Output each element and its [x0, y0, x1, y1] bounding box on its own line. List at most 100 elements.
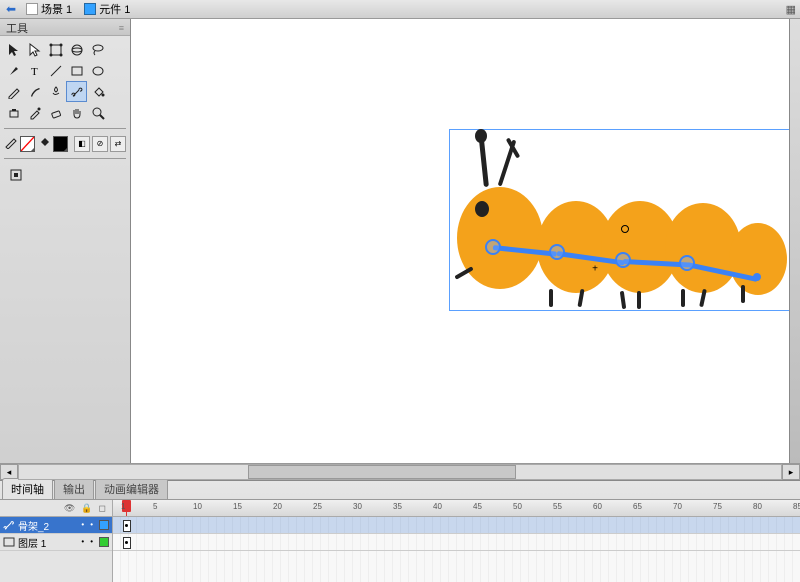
layer-type-icon	[3, 519, 15, 531]
fill-swatch[interactable]	[53, 136, 68, 152]
visibility-dot[interactable]: •	[81, 520, 84, 530]
bone-joint[interactable]	[549, 244, 565, 260]
deco-tool[interactable]	[45, 81, 66, 102]
tab-output[interactable]: 输出	[54, 478, 94, 499]
ruler-tick: 50	[513, 502, 522, 511]
bone-joint[interactable]	[615, 252, 631, 268]
symbol-label: 元件 1	[99, 1, 130, 17]
line-tool[interactable]	[45, 60, 66, 81]
brush-tool[interactable]	[24, 81, 45, 102]
document-bar: ⬅ 场景 1 元件 1 ▦	[0, 0, 800, 19]
tab-anim-editor[interactable]: 动画编辑器	[95, 478, 168, 499]
bone-joint[interactable]	[485, 239, 501, 255]
outline-swatch[interactable]	[99, 520, 109, 530]
ruler-tick: 70	[673, 502, 682, 511]
eraser-tool[interactable]	[45, 102, 66, 123]
body-segment-head	[457, 187, 543, 289]
edit-scene-icon[interactable]: ▦	[786, 3, 796, 16]
ruler-tick: 1	[121, 502, 125, 511]
layer-name[interactable]: 骨架_2	[18, 518, 78, 533]
subselection-tool[interactable]	[24, 39, 45, 60]
lock-dot[interactable]: •	[90, 520, 93, 530]
free-transform-tool[interactable]	[45, 39, 66, 60]
3d-rotation-tool[interactable]	[66, 39, 87, 60]
body-segment-tail	[729, 223, 787, 295]
pencil-tool[interactable]	[3, 81, 24, 102]
breadcrumb-symbol[interactable]: 元件 1	[80, 0, 134, 18]
layer-header: 👁 🔒 ◻	[0, 500, 112, 517]
keyframe[interactable]	[123, 520, 131, 532]
frame-row[interactable]	[113, 517, 800, 534]
stage[interactable]: +	[131, 19, 789, 463]
hand-tool[interactable]	[66, 102, 87, 123]
swap-colors-button[interactable]: ⇄	[110, 136, 126, 152]
right-panel-edge[interactable]	[789, 19, 800, 463]
bw-swatch-button[interactable]: ◧	[74, 136, 90, 152]
scroll-right-button[interactable]: ▸	[782, 464, 800, 480]
ink-bottle-tool[interactable]	[3, 102, 24, 123]
text-tool[interactable]: T	[24, 60, 45, 81]
stroke-swatch[interactable]	[20, 136, 35, 152]
lock-dot[interactable]: •	[90, 537, 93, 547]
ruler-tick: 55	[553, 502, 562, 511]
frame-row[interactable]	[113, 534, 800, 551]
tab-timeline[interactable]: 时间轴	[2, 478, 53, 499]
panel-menu-icon[interactable]: ≡	[119, 23, 124, 33]
tools-panel-title: 工具 ≡	[0, 19, 130, 36]
tools-panel: 工具 ≡ T	[0, 19, 131, 463]
ruler-tick: 40	[433, 502, 442, 511]
timeline-frames[interactable]: 1510152025303540455055606570758085909510…	[113, 500, 800, 582]
snap-option[interactable]	[6, 165, 25, 184]
visibility-header-icon[interactable]: 👁	[64, 503, 75, 514]
selection-tool[interactable]	[3, 39, 24, 60]
rectangle-tool[interactable]	[66, 60, 87, 81]
keyframe[interactable]	[123, 537, 131, 549]
ruler-tick: 15	[233, 502, 242, 511]
eye	[475, 201, 489, 217]
zoom-tool[interactable]	[87, 102, 108, 123]
leg	[741, 285, 745, 303]
canvas-hscroll[interactable]: ◂ ▸	[0, 463, 800, 480]
ruler-tick: 60	[593, 502, 602, 511]
fill-color-icon	[37, 135, 51, 152]
layer-type-icon	[3, 536, 15, 548]
scroll-track[interactable]	[18, 464, 782, 480]
registration-point	[621, 225, 629, 233]
outline-header-icon[interactable]: ◻	[99, 503, 106, 514]
leg	[620, 291, 626, 309]
ruler-tick: 25	[313, 502, 322, 511]
ruler-tick: 10	[193, 502, 202, 511]
timeline: 👁 🔒 ◻ 骨架_2••图层 1•• 151015202530354045505…	[0, 500, 800, 582]
oval-tool[interactable]	[87, 60, 108, 81]
bone-tool[interactable]	[66, 81, 87, 102]
layer-name[interactable]: 图层 1	[18, 535, 78, 550]
lock-header-icon[interactable]: 🔒	[81, 503, 92, 514]
paint-bucket-tool[interactable]	[87, 81, 108, 102]
timeline-ruler[interactable]: 1510152025303540455055606570758085909510…	[113, 500, 800, 517]
outline-swatch[interactable]	[99, 537, 109, 547]
ruler-tick: 75	[713, 502, 722, 511]
back-button[interactable]: ⬅	[4, 2, 18, 16]
layer-row[interactable]: 骨架_2••	[0, 517, 112, 534]
no-color-button[interactable]: ⊘	[92, 136, 108, 152]
visibility-dot[interactable]: •	[81, 537, 84, 547]
bone-end[interactable]	[753, 273, 761, 281]
ruler-tick: 45	[473, 502, 482, 511]
playhead[interactable]	[126, 500, 127, 516]
tool-options	[0, 161, 130, 189]
breadcrumb-scene[interactable]: 场景 1	[22, 0, 76, 18]
bottom-panel: 时间轴 输出 动画编辑器 👁 🔒 ◻ 骨架_2••图层 1•• 15101520…	[0, 480, 800, 582]
ruler-tick: 65	[633, 502, 642, 511]
scene-icon	[26, 3, 38, 15]
layer-row[interactable]: 图层 1••	[0, 534, 112, 551]
ruler-tick: 80	[753, 502, 762, 511]
caterpillar-artwork[interactable]: +	[449, 129, 789, 309]
panel-tabs: 时间轴 输出 动画编辑器	[0, 481, 800, 500]
frame-rows[interactable]	[113, 517, 800, 582]
bone-joint[interactable]	[679, 255, 695, 271]
eyedropper-tool[interactable]	[24, 102, 45, 123]
stroke-color-icon	[4, 135, 18, 152]
scroll-thumb[interactable]	[248, 465, 517, 479]
pen-tool[interactable]	[3, 60, 24, 81]
lasso-tool[interactable]	[87, 39, 108, 60]
